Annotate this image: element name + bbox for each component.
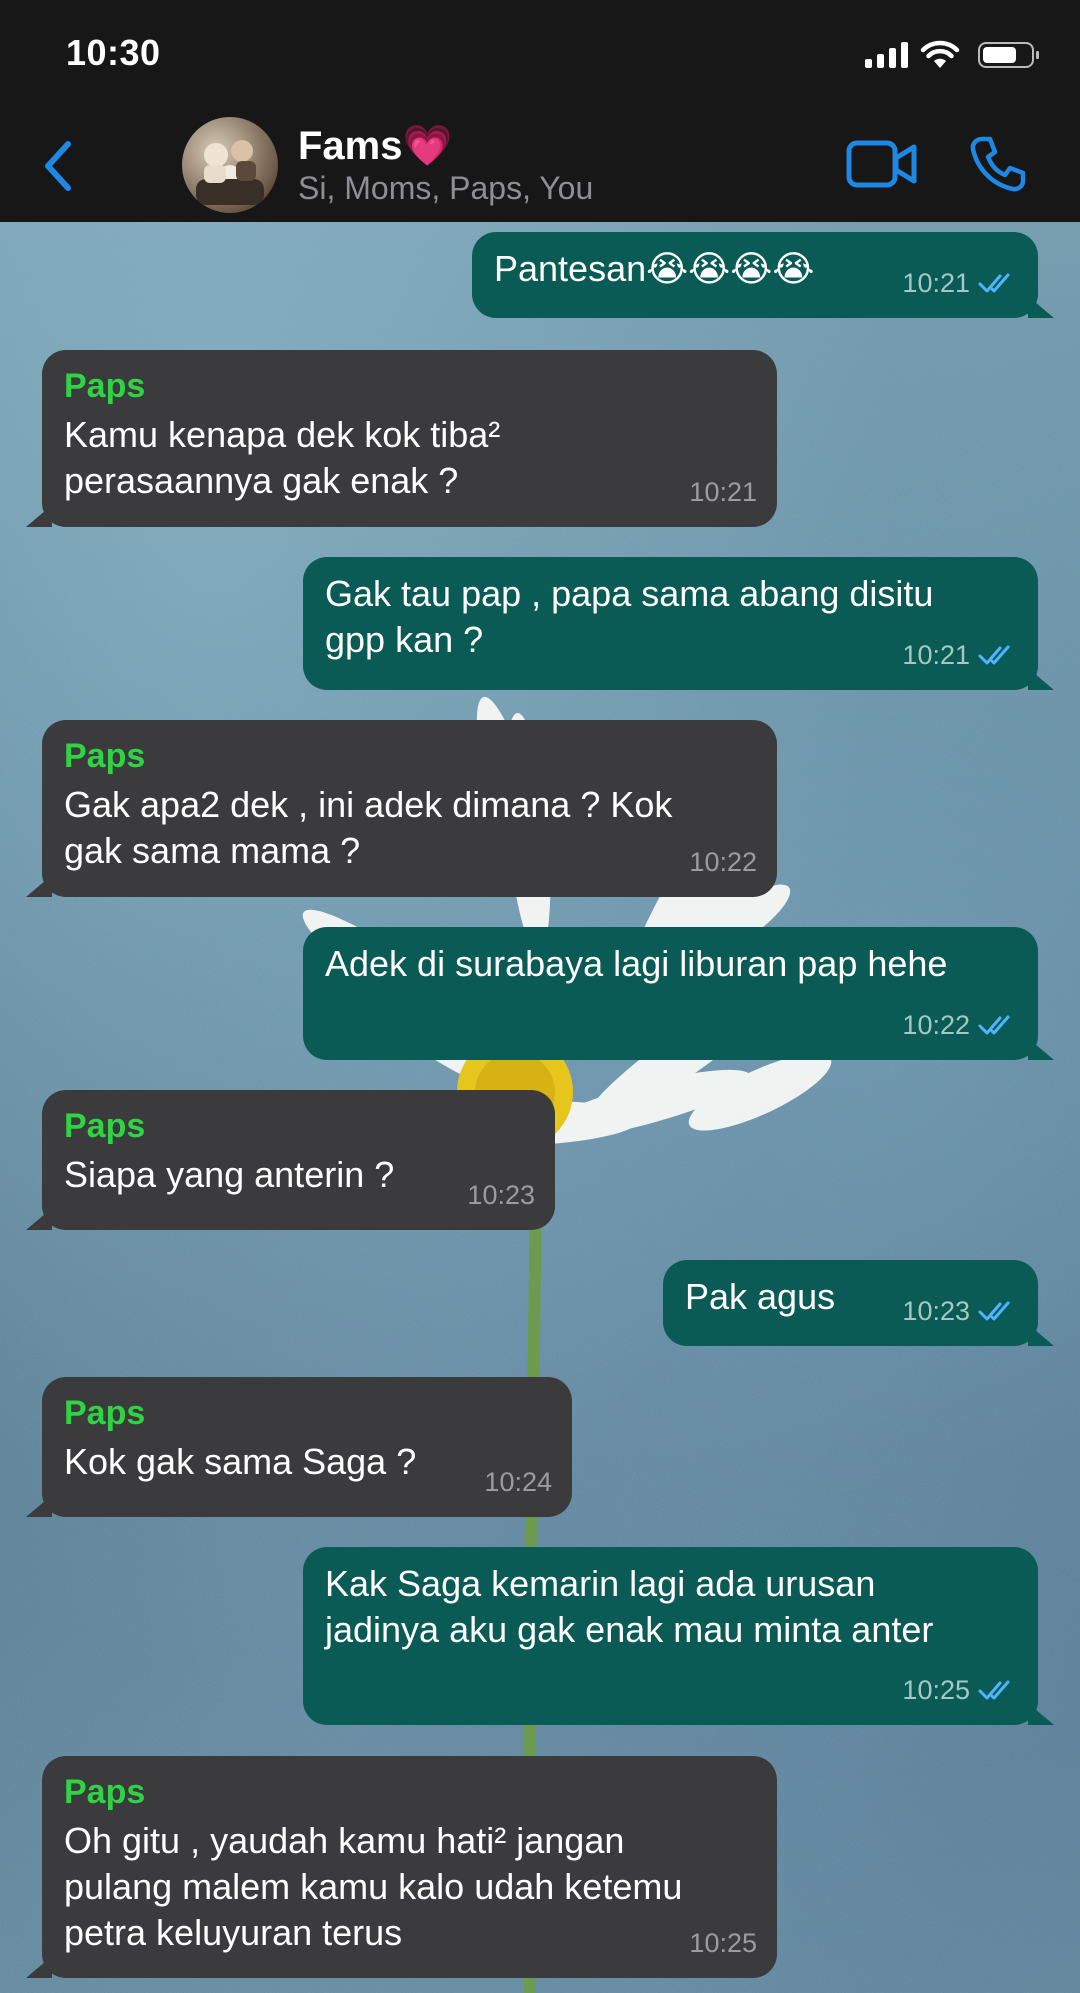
- message-text: Siapa yang anterin ?: [64, 1154, 395, 1195]
- message-meta: 10:25: [689, 1920, 757, 1966]
- message-text: Kamu kenapa dek kok tiba² perasaannya ga…: [64, 414, 501, 501]
- chat-header: Fams💗 Si, Moms, Paps, You: [0, 108, 1080, 222]
- message-meta: 10:23: [467, 1172, 535, 1218]
- incoming-message[interactable]: Paps Gak apa2 dek , ini adek dimana ? Kok…: [26, 720, 777, 897]
- message-sender[interactable]: Paps: [64, 1770, 755, 1814]
- message-time: 10:23: [902, 1296, 970, 1326]
- message-text: Kok gak sama Saga ?: [64, 1441, 417, 1482]
- incoming-message[interactable]: Paps Siapa yang anterin ? 10:23: [26, 1090, 555, 1230]
- message-time: 10:21: [902, 640, 970, 670]
- double-check-icon: [978, 645, 1010, 665]
- battery-level: [983, 47, 1016, 63]
- message-time: 10:22: [689, 847, 757, 877]
- message-time: 10:24: [484, 1467, 552, 1497]
- message-meta: 10:22: [902, 1002, 1018, 1048]
- double-check-icon: [978, 273, 1010, 293]
- message-meta: 10:23: [902, 1288, 1018, 1334]
- incoming-message[interactable]: Paps Kamu kenapa dek kok tiba² perasaanny…: [26, 350, 777, 527]
- message-sender[interactable]: Paps: [64, 1391, 550, 1435]
- outgoing-message[interactable]: Pak agus 10:23: [663, 1260, 1054, 1346]
- message-meta: 10:22: [689, 839, 757, 885]
- double-check-icon: [978, 1301, 1010, 1321]
- message-meta: 10:24: [484, 1459, 552, 1505]
- phone-icon[interactable]: [968, 134, 1028, 194]
- outgoing-message[interactable]: Kak Saga kemarin lagi ada urusan jadinya…: [303, 1547, 1054, 1725]
- incoming-message[interactable]: Paps Kok gak sama Saga ? 10:24: [26, 1377, 572, 1517]
- message-time: 10:25: [689, 1928, 757, 1958]
- group-avatar[interactable]: [182, 117, 278, 213]
- message-text: Kak Saga kemarin lagi ada urusan jadinya…: [325, 1563, 934, 1650]
- message-text: Gak apa2 dek , ini adek dimana ? Kok gak…: [64, 784, 673, 871]
- status-icons: [865, 38, 1039, 72]
- message-time: 10:21: [689, 477, 757, 507]
- chevron-left-icon[interactable]: [38, 136, 78, 196]
- status-time: 10:30: [66, 32, 161, 73]
- message-meta: 10:25: [902, 1667, 1018, 1713]
- double-check-icon: [978, 1680, 1010, 1700]
- message-meta: 10:21: [902, 632, 1018, 678]
- message-time: 10:23: [467, 1180, 535, 1210]
- chat-area[interactable]: Pantesan😭😭😭😭 10:21 Paps Kamu kenapa dek kok…: [0, 222, 1080, 1993]
- incoming-message[interactable]: Paps Oh gitu , yaudah kamu hati² jangan p…: [26, 1756, 777, 1978]
- chat-title[interactable]: Fams💗: [298, 122, 452, 169]
- message-text: Oh gitu , yaudah kamu hati² jangan pulan…: [64, 1820, 683, 1953]
- message-time: 10:25: [902, 1675, 970, 1705]
- outgoing-message[interactable]: Pantesan😭😭😭😭 10:21: [472, 232, 1054, 318]
- message-meta: 10:21: [902, 260, 1018, 306]
- message-meta: 10:21: [689, 469, 757, 515]
- message-sender[interactable]: Paps: [64, 734, 755, 778]
- status-bar: 10:30: [0, 0, 1080, 108]
- message-sender[interactable]: Paps: [64, 1104, 533, 1148]
- battery-icon: [978, 42, 1039, 68]
- wifi-icon: [920, 40, 960, 68]
- double-check-icon: [978, 1015, 1010, 1035]
- video-camera-icon[interactable]: [846, 138, 918, 190]
- outgoing-message[interactable]: Gak tau pap , papa sama abang disitu gpp…: [303, 557, 1054, 690]
- message-text: Adek di surabaya lagi liburan pap hehe: [325, 943, 948, 984]
- outgoing-message[interactable]: Adek di surabaya lagi liburan pap hehe 10…: [303, 927, 1054, 1060]
- message-time: 10:21: [902, 268, 970, 298]
- cellular-signal-icon: [865, 42, 908, 68]
- message-sender[interactable]: Paps: [64, 364, 755, 408]
- chat-participants[interactable]: Si, Moms, Paps, You: [298, 170, 593, 207]
- message-time: 10:22: [902, 1010, 970, 1040]
